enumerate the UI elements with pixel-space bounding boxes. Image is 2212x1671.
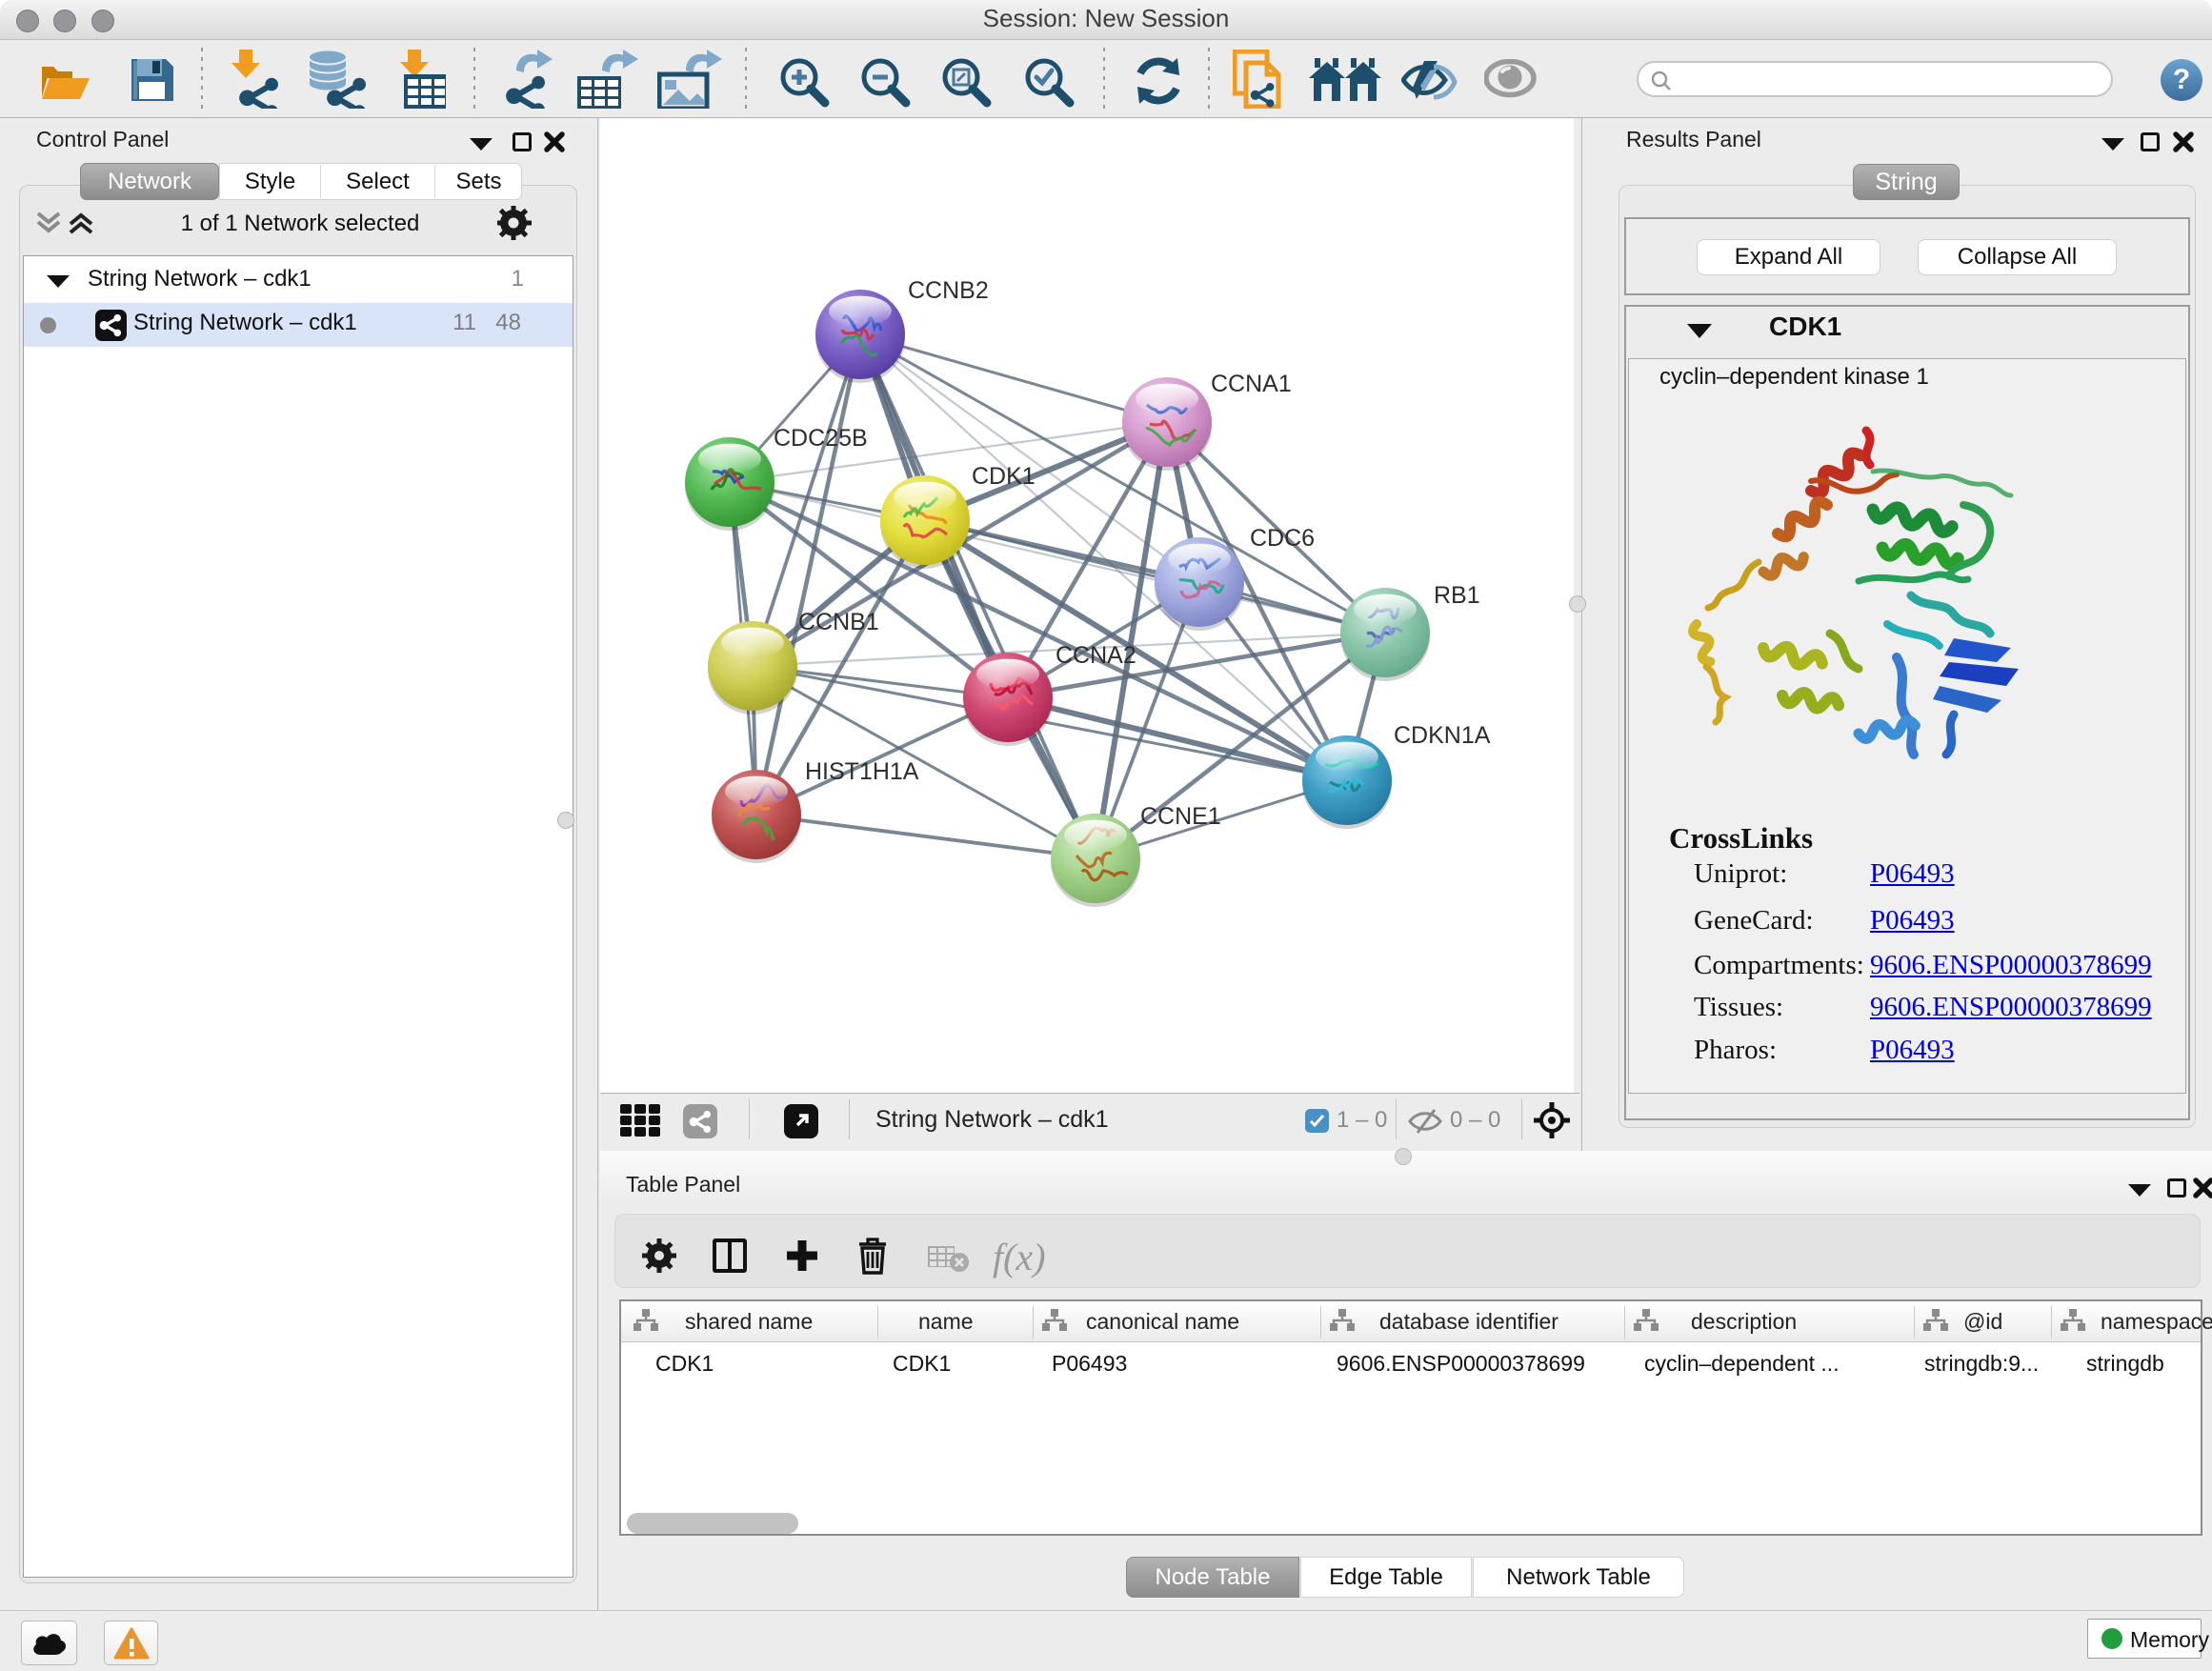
svg-text:CCNB1: CCNB1 (798, 609, 879, 635)
svg-text:CCNB2: CCNB2 (908, 277, 989, 304)
svg-text:CCNE1: CCNE1 (1140, 803, 1221, 830)
svg-text:CCNA1: CCNA1 (1211, 371, 1292, 397)
svg-text:CCNA2: CCNA2 (1056, 642, 1136, 669)
svg-text:CDC6: CDC6 (1250, 525, 1315, 552)
svg-text:RB1: RB1 (1434, 582, 1480, 609)
svg-text:CDK1: CDK1 (972, 463, 1036, 490)
svg-text:CDKN1A: CDKN1A (1394, 722, 1491, 749)
svg-text:HIST1H1A: HIST1H1A (805, 758, 919, 785)
svg-text:CDC25B: CDC25B (774, 425, 868, 452)
